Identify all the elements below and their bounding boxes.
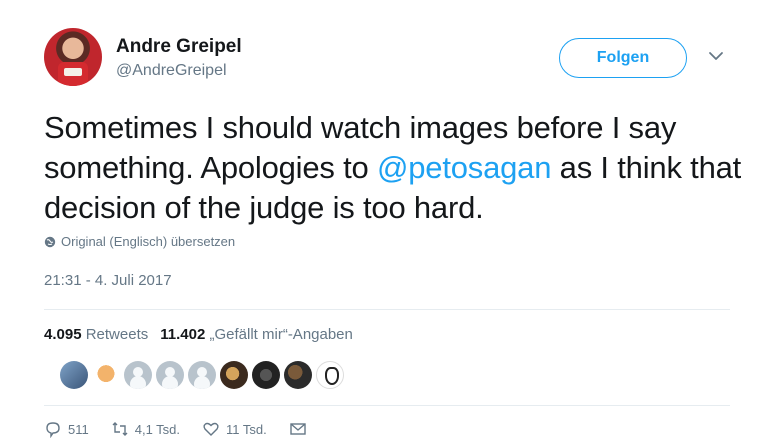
liker-avatar[interactable] [220, 361, 248, 389]
tweet-timestamp[interactable]: 21:31 - 4. Juli 2017 [44, 272, 172, 289]
liker-avatar[interactable] [92, 361, 120, 389]
author-handle[interactable]: @AndreGreipel [116, 62, 227, 80]
reply-icon [46, 422, 60, 438]
likes-stat[interactable]: 11.402 „Gefällt mir“-Angaben [160, 326, 353, 343]
like-count: 11 Tsd. [226, 421, 267, 437]
tweet-card: Andre Greipel @AndreGreipel Folgen Somet… [0, 0, 768, 438]
liker-avatar[interactable] [284, 361, 312, 389]
translate-label: Original (Englisch) übersetzen [61, 234, 236, 249]
divider [44, 405, 730, 406]
liker-avatar[interactable] [60, 361, 88, 389]
retweets-stat[interactable]: 4.095 Retweets [44, 326, 148, 343]
mention-link[interactable]: @petosagan [377, 150, 551, 185]
retweets-count: 4.095 [44, 326, 82, 343]
message-icon [290, 423, 306, 435]
retweets-label: Retweets [85, 326, 149, 343]
chevron-down-icon[interactable] [708, 50, 724, 62]
author-name[interactable]: Andre Greipel [116, 36, 242, 58]
tweet-text: Sometimes I should watch images before I… [44, 108, 744, 228]
retweet-icon [112, 422, 128, 436]
retweet-count: 4,1 Tsd. [134, 421, 181, 437]
engagement-stats: 4.095 Retweets 11.402 „Gefällt mir“-Anga… [44, 326, 365, 343]
action-bar: 511 4,1 Tsd. 11 Tsd. [44, 420, 307, 438]
likes-label: „Gefällt mir“-Angaben [209, 326, 353, 343]
message-button[interactable] [289, 420, 307, 438]
liker-avatars [60, 361, 344, 389]
liker-avatar[interactable] [156, 361, 184, 389]
like-button[interactable]: 11 Tsd. [202, 420, 267, 438]
author-avatar[interactable] [44, 28, 102, 86]
liker-avatar[interactable] [188, 361, 216, 389]
likes-count: 11.402 [160, 326, 206, 343]
liker-avatar[interactable] [316, 361, 344, 389]
heart-icon [203, 422, 219, 436]
translate-link[interactable]: Original (Englisch) übersetzen [44, 234, 235, 249]
reply-button[interactable]: 511 [44, 420, 89, 438]
reply-count: 511 [68, 421, 89, 437]
divider [44, 309, 730, 310]
follow-button[interactable]: Folgen [559, 38, 687, 78]
liker-avatar[interactable] [124, 361, 152, 389]
globe-icon [44, 236, 56, 247]
avatar-jersey [58, 62, 88, 86]
liker-avatar[interactable] [252, 361, 280, 389]
retweet-button[interactable]: 4,1 Tsd. [111, 420, 180, 438]
